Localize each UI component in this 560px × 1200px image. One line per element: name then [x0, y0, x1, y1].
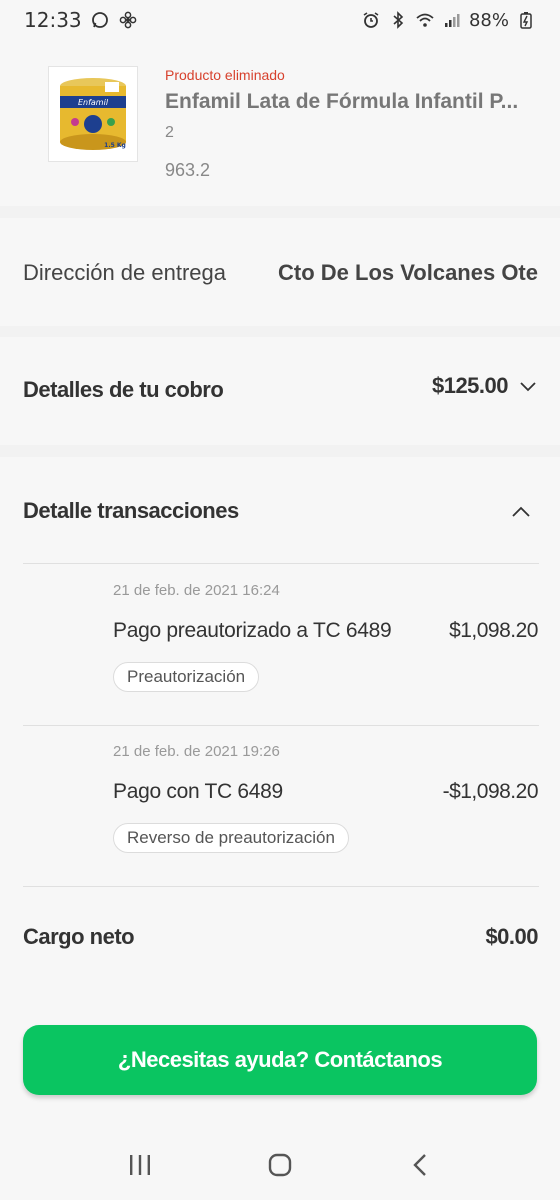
transaction-description: Pago con TC 6489	[113, 780, 283, 803]
divider	[23, 886, 539, 887]
transactions-section: Detalle transacciones 21 de feb. de 2021…	[0, 457, 560, 1130]
recent-apps-button[interactable]	[120, 1145, 160, 1185]
net-charge-value: $0.00	[485, 924, 538, 949]
transaction-amount: $1,098.20	[449, 619, 538, 642]
delivery-address-section: Dirección de entrega Cto De Los Volcanes…	[0, 218, 560, 326]
transaction-item: 21 de feb. de 2021 16:24 Pago preautoriz…	[0, 564, 560, 724]
product-quantity: 2	[165, 124, 174, 141]
chevron-up-icon[interactable]	[510, 501, 532, 523]
fan-icon	[118, 10, 138, 30]
charge-details-section[interactable]: Detalles de tu cobro $125.00	[0, 337, 560, 445]
transaction-date: 21 de feb. de 2021 19:26	[113, 743, 280, 760]
battery-percent: 88%	[468, 9, 509, 31]
charge-details-label: Detalles de tu cobro	[23, 377, 224, 402]
transaction-badge: Preautorización	[113, 662, 260, 692]
svg-text:1.5 Kg: 1.5 Kg	[104, 142, 126, 149]
transaction-item: 21 de feb. de 2021 19:26 Pago con TC 648…	[0, 725, 560, 885]
system-nav-bar	[0, 1130, 560, 1200]
transaction-amount: -$1,098.20	[442, 780, 539, 803]
transactions-header[interactable]: Detalle transacciones	[0, 457, 560, 563]
wifi-icon	[415, 10, 435, 30]
product-name: Enfamil Lata de Fórmula Infantil P...	[165, 90, 519, 113]
recent-apps-icon	[130, 1155, 150, 1175]
delivery-address-value: Cto De Los Volcanes Ote	[278, 260, 538, 285]
alarm-icon	[361, 10, 381, 30]
charge-details-toggle[interactable]: $125.00	[432, 373, 538, 399]
delivery-address-label: Dirección de entrega	[23, 260, 227, 285]
signal-icon	[442, 10, 462, 30]
transaction-badge: Reverso de preautorización	[113, 823, 349, 853]
chevron-down-icon	[520, 382, 536, 392]
transaction-description: Pago preautorizado a TC 6489	[113, 619, 392, 642]
whatsapp-icon	[90, 10, 110, 30]
back-button[interactable]	[400, 1145, 440, 1185]
transactions-title: Detalle transacciones	[23, 498, 239, 523]
charge-amount: $125.00	[431, 373, 509, 398]
net-charge-label: Cargo neto	[23, 924, 135, 949]
transaction-date: 21 de feb. de 2021 16:24	[113, 582, 280, 599]
product-price: 963.2	[165, 160, 211, 180]
product-image: Enfamil 1.5 Kg	[48, 66, 138, 162]
product-status: Producto eliminado	[165, 67, 285, 83]
home-button[interactable]	[260, 1145, 300, 1185]
contact-help-button[interactable]: ¿Necesitas ayuda? Contáctanos	[23, 1025, 537, 1095]
battery-charging-icon	[516, 10, 536, 30]
bluetooth-icon	[388, 10, 408, 30]
status-time: 12:33	[24, 8, 82, 32]
status-bar: 12:33 88%	[0, 0, 560, 40]
product-card: Enfamil 1.5 Kg Producto eliminado Enfami…	[0, 40, 560, 206]
back-icon	[413, 1154, 426, 1176]
svg-text:Enfamil: Enfamil	[78, 98, 109, 107]
home-icon	[268, 1153, 292, 1177]
